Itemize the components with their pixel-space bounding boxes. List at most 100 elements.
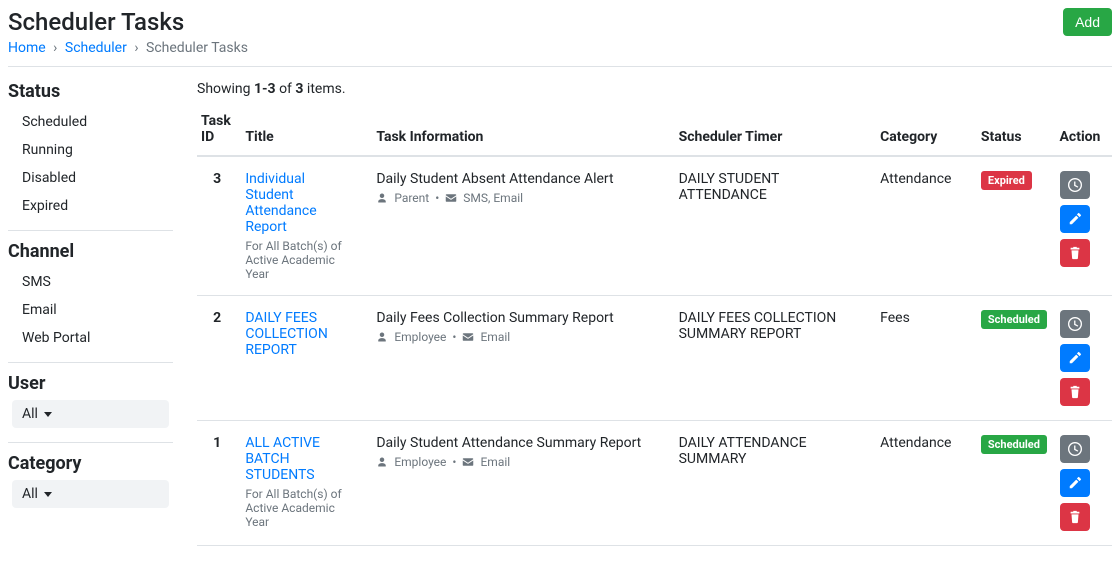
caret-down-icon [44,492,52,497]
sidebar-item-running[interactable]: Running [8,136,173,164]
history-button[interactable] [1060,310,1090,338]
task-info-text: Daily Fees Collection Summary Report [376,310,666,326]
breadcrumb-home[interactable]: Home [8,40,46,56]
task-info-text: Daily Student Absent Attendance Alert [376,171,666,187]
envelope-icon [445,192,457,204]
col-task-id: Task ID [197,105,241,156]
title-subtext: For All Batch(s) of Active Academic Year [245,239,355,281]
summary-range: 1-3 [254,81,276,97]
edit-button[interactable] [1060,469,1090,497]
breadcrumb-scheduler[interactable]: Scheduler [65,40,127,56]
edit-button[interactable] [1060,205,1090,233]
edit-icon [1068,212,1082,226]
col-timer: Scheduler Timer [675,105,877,156]
caret-down-icon [44,412,52,417]
cell-action [1056,296,1112,421]
breadcrumb-separator: › [134,40,138,56]
title-subtext: For All Batch(s) of Active Academic Year [245,487,355,529]
sidebar-item-webportal[interactable]: Web Portal [8,324,173,352]
task-info-text: Daily Student Attendance Summary Report [376,435,666,451]
task-title-link[interactable]: ALL ACTIVE BATCH STUDENTS [245,435,355,483]
status-badge: Expired [981,171,1032,190]
sidebar-item-disabled[interactable]: Disabled [8,164,173,192]
edit-icon [1068,351,1082,365]
user-dropdown-value: All [22,406,38,422]
cell-category: Attendance [876,421,977,546]
separator-dot: • [452,330,456,344]
summary-mid: of [276,81,296,97]
clock-icon [1068,178,1082,192]
status-list: Scheduled Running Disabled Expired [8,108,173,220]
trash-icon [1068,510,1082,524]
cell-action [1056,421,1112,546]
cell-info: Daily Student Attendance Summary Report … [372,421,674,546]
page-title: Scheduler Tasks [8,8,248,36]
col-category: Category [876,105,977,156]
separator-dot: • [452,455,456,469]
edit-button[interactable] [1060,344,1090,372]
col-info: Task Information [372,105,674,156]
summary-prefix: Showing [197,81,254,97]
clock-icon [1068,317,1082,331]
user-icon [376,192,388,204]
cell-task-id: 3 [197,156,241,296]
sidebar-item-expired[interactable]: Expired [8,192,173,220]
cell-status: Expired [977,156,1056,296]
envelope-icon [462,331,474,343]
user-icon [376,456,388,468]
cell-timer: DAILY STUDENT ATTENDANCE [675,156,877,296]
delete-button[interactable] [1060,239,1090,267]
cell-category: Fees [876,296,977,421]
main-content: Showing 1-3 of 3 items. Task ID Title Ta… [197,77,1112,546]
cell-action [1056,156,1112,296]
cell-info: Daily Fees Collection Summary Report Emp… [372,296,674,421]
edit-icon [1068,476,1082,490]
sidebar-item-sms[interactable]: SMS [8,268,173,296]
cell-timer: DAILY FEES COLLECTION SUMMARY REPORT [675,296,877,421]
task-title-link[interactable]: DAILY FEES COLLECTION REPORT [245,310,355,358]
trash-icon [1068,385,1082,399]
cell-title: ALL ACTIVE BATCH STUDENTS For All Batch(… [241,421,372,546]
task-title-link[interactable]: Individual Student Attendance Report [245,171,355,235]
status-badge: Scheduled [981,435,1047,454]
cell-timer: DAILY ATTENDANCE SUMMARY [675,421,877,546]
status-badge: Scheduled [981,310,1047,329]
col-action: Action [1056,105,1112,156]
channels-label: Email [480,330,510,344]
history-button[interactable] [1060,435,1090,463]
sidebar-item-scheduled[interactable]: Scheduled [8,108,173,136]
recipient-label: Parent [394,191,429,205]
category-heading: Category [8,453,173,474]
breadcrumb: Home › Scheduler › Scheduler Tasks [8,40,248,56]
category-dropdown[interactable]: All [12,480,169,508]
status-heading: Status [8,81,173,102]
results-summary: Showing 1-3 of 3 items. [197,81,1112,97]
tasks-table: Task ID Title Task Information Scheduler… [197,105,1112,546]
history-button[interactable] [1060,171,1090,199]
col-title: Title [241,105,372,156]
cell-title: Individual Student Attendance Report For… [241,156,372,296]
add-button[interactable]: Add [1063,8,1112,36]
trash-icon [1068,246,1082,260]
table-row: 3 Individual Student Attendance Report F… [197,156,1112,296]
cell-status: Scheduled [977,296,1056,421]
summary-suffix: items. [303,81,345,97]
sidebar-item-email[interactable]: Email [8,296,173,324]
channel-list: SMS Email Web Portal [8,268,173,352]
cell-task-id: 1 [197,421,241,546]
delete-button[interactable] [1060,503,1090,531]
separator-dot: • [435,191,439,205]
table-row: 1 ALL ACTIVE BATCH STUDENTS For All Batc… [197,421,1112,546]
delete-button[interactable] [1060,378,1090,406]
recipient-label: Employee [394,455,446,469]
recipient-label: Employee [394,330,446,344]
breadcrumb-current: Scheduler Tasks [146,40,248,56]
table-row: 2 DAILY FEES COLLECTION REPORT Daily Fee… [197,296,1112,421]
channels-label: Email [480,455,510,469]
envelope-icon [462,456,474,468]
user-dropdown[interactable]: All [12,400,169,428]
cell-task-id: 2 [197,296,241,421]
user-heading: User [8,373,173,394]
cell-title: DAILY FEES COLLECTION REPORT [241,296,372,421]
category-dropdown-value: All [22,486,38,502]
